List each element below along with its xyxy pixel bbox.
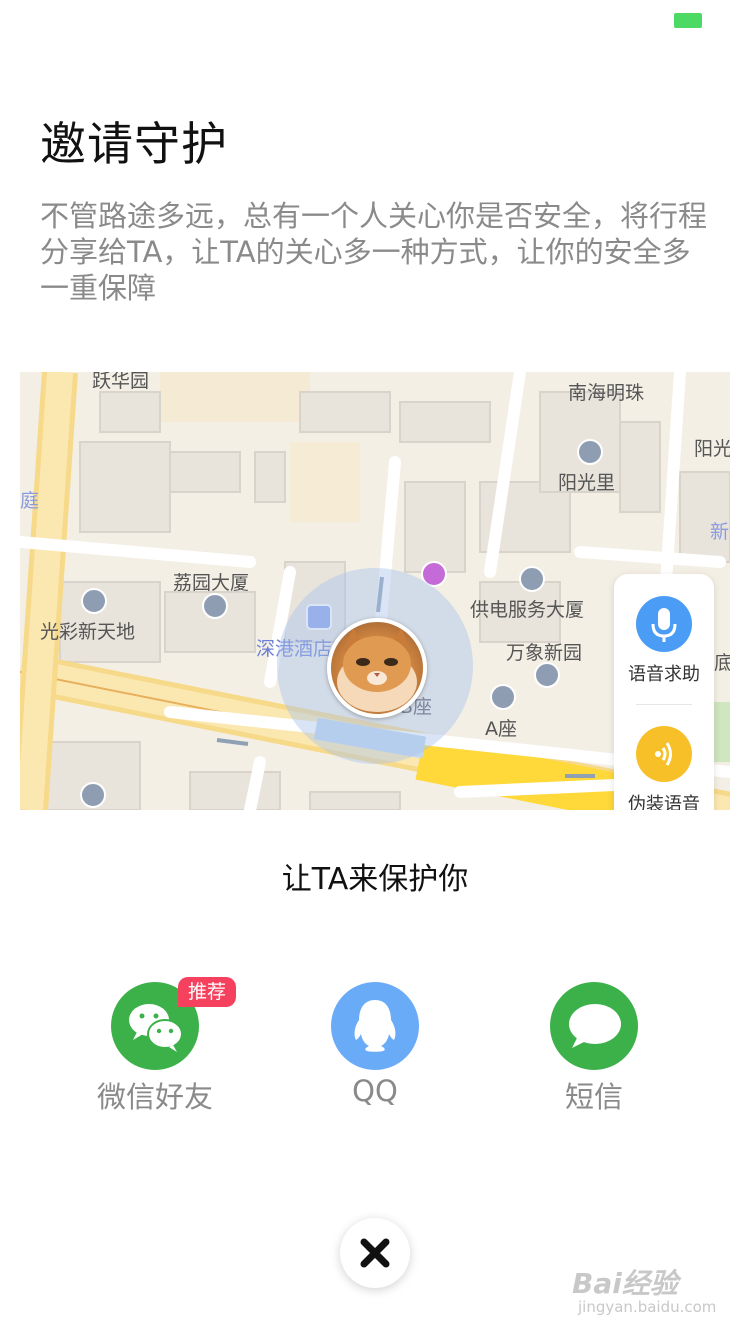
building-poi-icon	[519, 566, 545, 592]
share-wechat-label: 微信好友	[96, 1080, 213, 1114]
sms-bubble-icon	[550, 982, 638, 1070]
divider	[636, 704, 692, 705]
home-poi-icon	[80, 782, 106, 808]
map-label: 庭	[20, 490, 40, 512]
share-sms-button[interactable]: 短信	[524, 982, 664, 1122]
voice-help-button[interactable]	[636, 596, 692, 652]
emergency-side-panel: 语音求助 伪装语音	[614, 574, 714, 810]
baidu-watermark-logo: Bai经验	[572, 1267, 678, 1300]
page-description: 不管路途多远，总有一个人关心你是否安全，将行程分享给TA，让TA的关心多一种方式…	[40, 199, 708, 305]
battery-indicator	[674, 13, 702, 28]
map-label: A座	[485, 718, 517, 740]
voice-help-label: 语音求助	[628, 664, 700, 685]
map-label: 南海明珠	[568, 382, 645, 404]
building-poi-icon	[81, 588, 107, 614]
page-title: 邀请守护	[40, 117, 228, 171]
building-poi-icon	[202, 593, 228, 619]
map-label: 新	[710, 521, 730, 543]
microphone-icon	[651, 608, 677, 642]
building-poi-icon	[577, 439, 603, 465]
building-poi-icon	[490, 684, 516, 710]
sound-wave-icon	[655, 742, 672, 766]
map-label: 阳光	[694, 438, 730, 460]
map-label: 光彩新天地	[40, 621, 136, 643]
map-label: 跃华园	[92, 372, 150, 392]
home-poi-icon	[534, 662, 560, 688]
map-label: 底	[714, 652, 730, 674]
user-avatar[interactable]	[327, 618, 427, 718]
map-label: 阳光里	[558, 472, 616, 494]
share-subtitle: 让TA来保护你	[281, 862, 469, 897]
share-qq-button[interactable]: QQ	[305, 982, 445, 1122]
map-label: 万象新园	[506, 642, 583, 664]
share-qq-label: QQ	[352, 1074, 398, 1108]
fake-voice-label: 伪装语音	[628, 794, 700, 810]
map-label: 供电服务大厦	[470, 599, 585, 621]
share-sms-label: 短信	[564, 1080, 623, 1114]
close-button[interactable]	[340, 1218, 410, 1288]
map-view[interactable]: 跃华园 南海明珠 阳光 阳光里 庭 新 荔园大厦 供电服务大厦 光彩新天地 深港…	[20, 372, 730, 810]
close-icon	[360, 1238, 390, 1268]
fake-voice-button[interactable]	[636, 726, 692, 782]
map-label: 荔园大厦	[173, 572, 250, 594]
qq-penguin-icon	[331, 982, 419, 1070]
baidu-watermark-url: jingyan.baidu.com	[578, 1298, 717, 1316]
recommend-badge: 推荐	[178, 977, 237, 1007]
